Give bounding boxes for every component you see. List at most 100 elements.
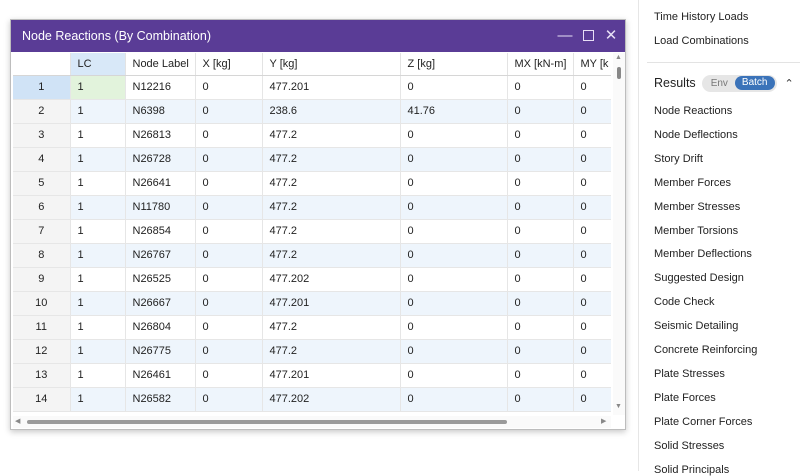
table-cell[interactable]: N6398 xyxy=(125,99,196,124)
results-table[interactable]: LC Node Label X [kg] Y [kg] Z [kg] MX [kN-m] M… xyxy=(13,53,611,415)
row-number[interactable]: 7 xyxy=(13,219,71,244)
table-cell[interactable]: 0 xyxy=(195,171,263,196)
table-cell[interactable]: 0 xyxy=(400,219,508,244)
table-cell[interactable]: 0 xyxy=(400,267,508,292)
table-row[interactable]: 10 1 N26667 0 477.201 0 0 0 xyxy=(13,291,611,316)
table-cell[interactable]: 1 xyxy=(70,291,126,316)
result-item[interactable]: Member Torsions xyxy=(654,225,738,237)
chevron-up-icon[interactable]: ⌃ xyxy=(785,77,794,90)
toggle-env[interactable]: Env xyxy=(704,78,735,89)
scroll-left-arrow-icon[interactable]: ◀ xyxy=(15,417,20,425)
table-cell[interactable]: 0 xyxy=(573,75,611,100)
table-cell[interactable]: 0 xyxy=(573,387,611,412)
result-item[interactable]: Story Drift xyxy=(654,153,703,165)
table-cell[interactable]: 0 xyxy=(195,315,263,340)
table-cell[interactable]: 0 xyxy=(573,219,611,244)
table-cell[interactable]: N26461 xyxy=(125,363,196,388)
table-cell[interactable]: 1 xyxy=(70,363,126,388)
column-header[interactable]: Z [kg] xyxy=(400,53,508,76)
table-cell[interactable]: 477.2 xyxy=(262,195,401,220)
table-cell[interactable]: N11780 xyxy=(125,195,196,220)
column-header[interactable]: Y [kg] xyxy=(262,53,401,76)
table-cell[interactable]: 1 xyxy=(70,339,126,364)
table-cell[interactable]: 0 xyxy=(573,243,611,268)
scroll-right-arrow-icon[interactable]: ▶ xyxy=(601,417,606,425)
row-number[interactable]: 2 xyxy=(13,99,71,124)
result-item[interactable]: Plate Forces xyxy=(654,392,716,404)
table-cell[interactable]: 0 xyxy=(400,147,508,172)
result-item[interactable]: Member Stresses xyxy=(654,201,740,213)
table-cell[interactable]: N26667 xyxy=(125,291,196,316)
table-cell[interactable]: N26641 xyxy=(125,171,196,196)
table-cell[interactable]: 0 xyxy=(507,267,574,292)
table-cell[interactable]: 0 xyxy=(573,195,611,220)
table-row[interactable]: 6 1 N11780 0 477.2 0 0 0 xyxy=(13,195,611,220)
row-number[interactable]: 5 xyxy=(13,171,71,196)
table-cell[interactable]: 0 xyxy=(573,363,611,388)
table-cell[interactable]: 477.2 xyxy=(262,315,401,340)
table-row[interactable]: 4 1 N26728 0 477.2 0 0 0 xyxy=(13,147,611,172)
table-cell[interactable]: 477.2 xyxy=(262,123,401,148)
table-cell[interactable]: 0 xyxy=(400,315,508,340)
table-cell[interactable]: 477.202 xyxy=(262,387,401,412)
table-row[interactable]: 8 1 N26767 0 477.2 0 0 0 xyxy=(13,243,611,268)
dialog-titlebar[interactable]: Node Reactions (By Combination) — ✕ xyxy=(11,20,625,52)
table-row[interactable]: 3 1 N26813 0 477.2 0 0 0 xyxy=(13,123,611,148)
table-cell[interactable]: 0 xyxy=(573,339,611,364)
table-cell[interactable]: 0 xyxy=(400,363,508,388)
table-cell[interactable]: 477.201 xyxy=(262,291,401,316)
table-cell[interactable]: 0 xyxy=(573,123,611,148)
table-cell[interactable]: 0 xyxy=(195,243,263,268)
table-row[interactable]: 11 1 N26804 0 477.2 0 0 0 xyxy=(13,315,611,340)
column-header[interactable]: MY [k xyxy=(573,53,611,76)
table-cell[interactable]: 0 xyxy=(507,315,574,340)
table-cell[interactable]: 0 xyxy=(573,315,611,340)
table-cell[interactable]: N12216 xyxy=(125,75,196,100)
table-cell[interactable]: 1 xyxy=(70,75,126,100)
table-cell[interactable]: N26775 xyxy=(125,339,196,364)
table-cell[interactable]: 0 xyxy=(507,219,574,244)
result-item[interactable]: Node Deflections xyxy=(654,129,738,141)
table-cell[interactable]: 0 xyxy=(195,387,263,412)
table-cell[interactable]: 477.2 xyxy=(262,147,401,172)
toggle-batch[interactable]: Batch xyxy=(734,76,775,90)
column-header[interactable]: Node Label xyxy=(125,53,196,76)
table-row[interactable]: 2 1 N6398 0 238.6 41.76 0 0 xyxy=(13,99,611,124)
row-number[interactable]: 3 xyxy=(13,123,71,148)
table-row[interactable]: 14 1 N26582 0 477.202 0 0 0 xyxy=(13,387,611,412)
table-cell[interactable]: N26582 xyxy=(125,387,196,412)
table-cell[interactable]: 0 xyxy=(573,99,611,124)
table-row[interactable]: 1 1 N12216 0 477.201 0 0 0 xyxy=(13,75,611,100)
table-cell[interactable]: 1 xyxy=(70,99,126,124)
row-number[interactable]: 14 xyxy=(13,387,71,412)
table-cell[interactable]: 0 xyxy=(400,243,508,268)
menu-item-time-history-loads[interactable]: Time History Loads xyxy=(654,11,748,23)
table-cell[interactable]: 0 xyxy=(195,339,263,364)
table-cell[interactable]: N26813 xyxy=(125,123,196,148)
table-cell[interactable]: 0 xyxy=(195,195,263,220)
table-cell[interactable]: 1 xyxy=(70,387,126,412)
result-item[interactable]: Solid Stresses xyxy=(654,440,724,452)
maximize-icon[interactable] xyxy=(578,26,598,46)
table-cell[interactable]: 0 xyxy=(507,99,574,124)
table-cell[interactable]: N26728 xyxy=(125,147,196,172)
vertical-scroll-thumb[interactable] xyxy=(617,67,621,79)
table-cell[interactable]: 0 xyxy=(195,291,263,316)
table-cell[interactable]: 0 xyxy=(195,123,263,148)
table-cell[interactable]: 1 xyxy=(70,195,126,220)
horizontal-scroll-thumb[interactable] xyxy=(27,420,507,424)
table-cell[interactable]: 1 xyxy=(70,219,126,244)
table-cell[interactable]: 0 xyxy=(400,387,508,412)
table-cell[interactable]: 477.2 xyxy=(262,219,401,244)
row-number[interactable]: 11 xyxy=(13,315,71,340)
table-cell[interactable]: 0 xyxy=(507,123,574,148)
row-number[interactable]: 8 xyxy=(13,243,71,268)
table-cell[interactable]: 0 xyxy=(507,171,574,196)
close-icon[interactable]: ✕ xyxy=(601,26,621,46)
result-item[interactable]: Concrete Reinforcing xyxy=(654,344,757,356)
table-cell[interactable]: N26525 xyxy=(125,267,196,292)
table-cell[interactable]: 0 xyxy=(195,75,263,100)
table-cell[interactable]: 0 xyxy=(573,147,611,172)
column-header[interactable]: MX [kN-m] xyxy=(507,53,574,76)
result-item[interactable]: Solid Principals xyxy=(654,464,729,476)
